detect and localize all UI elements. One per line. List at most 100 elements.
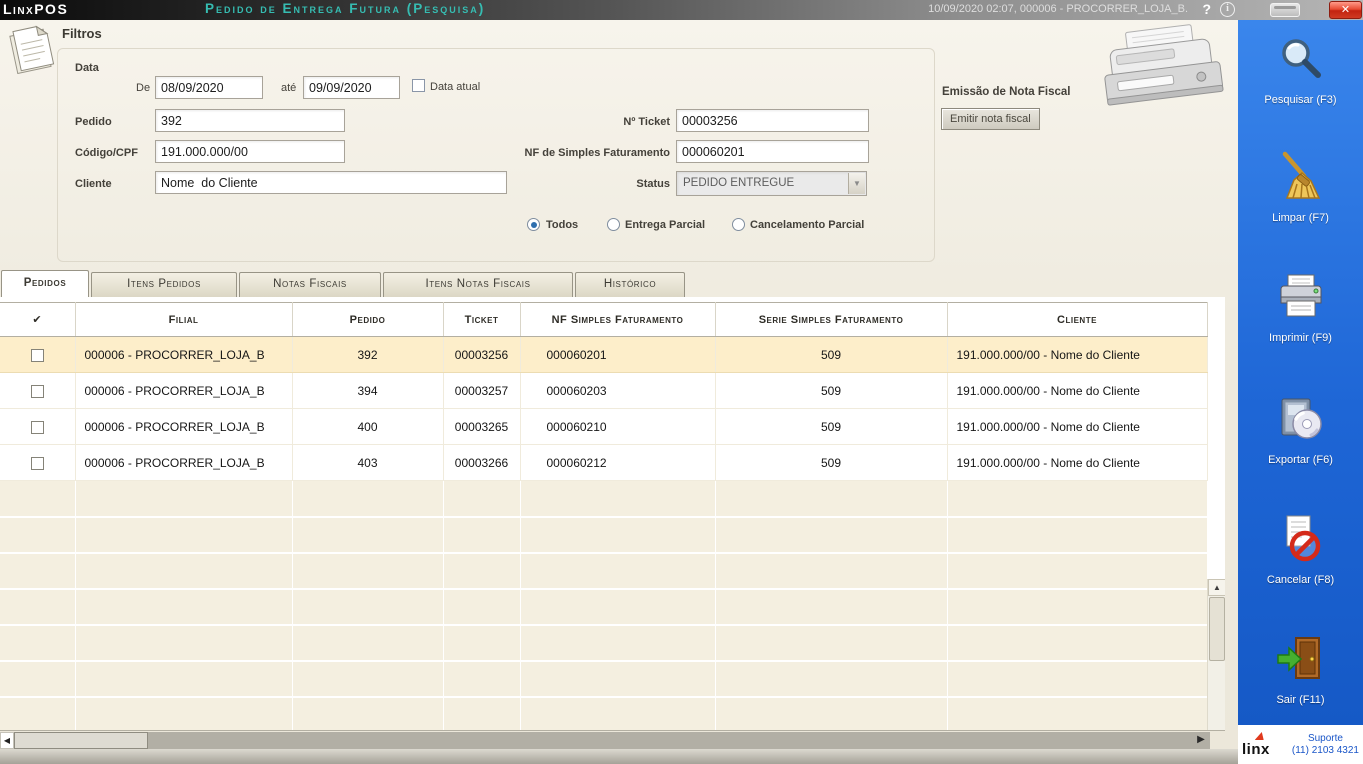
imprimir-button[interactable]: Imprimir (F9) — [1238, 270, 1363, 344]
table-row[interactable]: 000006 - PROCORRER_LOJA_B 400 00003265 0000… — [0, 408, 1208, 445]
date-from-label: De — [136, 82, 151, 94]
header-serie-simples[interactable]: Serie Simples Faturamento — [715, 302, 948, 337]
row-checkbox[interactable] — [30, 348, 44, 362]
window-title: Pedido de Entrega Futura (Pesquisa) — [205, 1, 486, 16]
main-content: Filtros Data De até Data atual Pedido Nº… — [0, 20, 1238, 764]
tab-bar: Pedidos Itens Pedidos Notas Fiscais Iten… — [1, 270, 687, 297]
cell-filial: 000006 - PROCORRER_LOJA_B — [75, 336, 293, 373]
support-phone: (11) 2103 4321 — [1291, 744, 1359, 756]
header-nf-simples[interactable]: NF Simples Faturamento — [520, 302, 716, 337]
row-checkbox[interactable] — [30, 384, 44, 398]
header-filial[interactable]: Filial — [75, 302, 293, 337]
close-button[interactable]: ✕ — [1329, 1, 1362, 19]
row-checkbox-cell — [0, 408, 76, 445]
cell-ticket: 00003265 — [443, 408, 521, 445]
table-body: 000006 - PROCORRER_LOJA_B 392 00003256 0000… — [0, 336, 1208, 730]
emissao-nota-fiscal-label: Emissão de Nota Fiscal — [942, 86, 1071, 98]
table-row-empty — [0, 588, 1208, 626]
limpar-label: Limpar (F7) — [1272, 212, 1329, 224]
help-icon[interactable]: ? — [1202, 1, 1211, 17]
cancelar-label: Cancelar (F8) — [1266, 574, 1335, 586]
header-cliente[interactable]: Cliente — [947, 302, 1208, 337]
ticket-label: Nº Ticket — [623, 116, 670, 128]
pedido-input[interactable] — [155, 109, 345, 132]
row-checkbox[interactable] — [30, 456, 44, 470]
window-button-icon[interactable] — [1270, 3, 1300, 17]
radio-entrega-parcial[interactable] — [607, 218, 620, 231]
header-pedido[interactable]: Pedido — [292, 302, 444, 337]
radio-cancelamento-parcial[interactable] — [732, 218, 745, 231]
chevron-down-icon[interactable]: ▼ — [848, 173, 865, 194]
exit-door-icon — [1275, 633, 1327, 690]
table-row-empty — [0, 624, 1208, 662]
cell-ticket: 00003266 — [443, 444, 521, 481]
row-checkbox-cell — [0, 336, 76, 373]
scroll-left-icon[interactable]: ◀ — [0, 732, 14, 749]
table-row[interactable]: 000006 - PROCORRER_LOJA_B 403 00003266 0000… — [0, 444, 1208, 481]
scroll-up-icon[interactable]: ▲ — [1208, 579, 1225, 596]
cliente-label: Cliente — [75, 178, 112, 190]
printer-icon — [1275, 271, 1327, 328]
cell-pedido: 394 — [292, 372, 444, 409]
nf-simples-input[interactable] — [676, 140, 869, 163]
cell-nf: 000060203 — [520, 372, 716, 409]
radio-cancelamento-parcial-label: Cancelamento Parcial — [750, 219, 865, 231]
cell-ticket: 00003257 — [443, 372, 521, 409]
date-to-input[interactable] — [303, 76, 400, 99]
row-checkbox-cell — [0, 372, 76, 409]
header-ticket[interactable]: Ticket — [443, 302, 521, 337]
table-header-row: ✔ Filial Pedido Ticket NF Simples Fatura… — [0, 302, 1208, 337]
cell-serie: 509 — [715, 336, 948, 373]
tab-pedidos[interactable]: Pedidos — [1, 270, 89, 297]
cliente-input[interactable] — [155, 171, 507, 194]
radio-entrega-parcial-label: Entrega Parcial — [625, 219, 706, 231]
limpar-button[interactable]: Limpar (F7) — [1238, 150, 1363, 224]
sair-button[interactable]: Sair (F11) — [1238, 632, 1363, 706]
emitir-nota-fiscal-button[interactable]: Emitir nota fiscal — [941, 108, 1040, 130]
cell-filial: 000006 - PROCORRER_LOJA_B — [75, 444, 293, 481]
codigo-cpf-label: Código/CPF — [75, 147, 138, 159]
broom-icon — [1275, 151, 1327, 208]
pesquisar-button[interactable]: Pesquisar (F3) — [1238, 32, 1363, 106]
table-row-empty — [0, 696, 1208, 730]
cell-nf: 000060210 — [520, 408, 716, 445]
row-checkbox[interactable] — [30, 420, 44, 434]
cell-pedido: 400 — [292, 408, 444, 445]
cancelar-button[interactable]: Cancelar (F8) — [1238, 512, 1363, 586]
scroll-right-icon[interactable]: ▶ — [1194, 732, 1208, 749]
current-date-label: Data atual — [430, 81, 481, 93]
support-label: Suporte — [1307, 732, 1343, 744]
exportar-button[interactable]: Exportar (F6) — [1238, 392, 1363, 466]
tab-historico[interactable]: Histórico — [575, 272, 685, 297]
cell-serie: 509 — [715, 444, 948, 481]
tab-itens-notas-fiscais[interactable]: Itens Notas Fiscais — [383, 272, 573, 297]
fax-printer-image — [1096, 24, 1234, 117]
cell-pedido: 392 — [292, 336, 444, 373]
tab-itens-pedidos[interactable]: Itens Pedidos — [91, 272, 237, 297]
horizontal-scrollbar[interactable]: ◀ ▶ — [0, 732, 1210, 749]
notes-icon — [4, 24, 60, 79]
pesquisar-label: Pesquisar (F3) — [1264, 94, 1337, 106]
vertical-scrollbar[interactable]: ▲ ▼ — [1207, 579, 1225, 730]
tab-notas-fiscais[interactable]: Notas Fiscais — [239, 272, 381, 297]
table-row-empty — [0, 516, 1208, 554]
current-date-checkbox[interactable] — [412, 79, 425, 92]
data-label: Data — [75, 62, 99, 74]
exportar-label: Exportar (F6) — [1268, 454, 1333, 466]
date-from-input[interactable] — [155, 76, 263, 99]
filters-heading: Filtros — [62, 26, 102, 41]
ticket-input[interactable] — [676, 109, 869, 132]
table-row[interactable]: 000006 - PROCORRER_LOJA_B 392 00003256 0000… — [0, 336, 1208, 373]
imprimir-label: Imprimir (F9) — [1269, 332, 1332, 344]
codigo-cpf-input[interactable] — [155, 140, 345, 163]
horizontal-scroll-thumb[interactable] — [14, 732, 148, 749]
radio-todos[interactable] — [527, 218, 540, 231]
session-info: 10/09/2020 02:07, 000006 - PROCORRER_LOJ… — [928, 3, 1188, 15]
table-row[interactable]: 000006 - PROCORRER_LOJA_B 394 00003257 0000… — [0, 372, 1208, 409]
info-icon[interactable]: i — [1220, 2, 1235, 17]
vertical-scroll-thumb[interactable] — [1209, 597, 1225, 661]
cell-pedido: 403 — [292, 444, 444, 481]
status-select[interactable]: PEDIDO ENTREGUE ▼ — [676, 171, 867, 196]
results-grid: ✔ Filial Pedido Ticket NF Simples Fatura… — [0, 297, 1225, 731]
cell-nf: 000060212 — [520, 444, 716, 481]
